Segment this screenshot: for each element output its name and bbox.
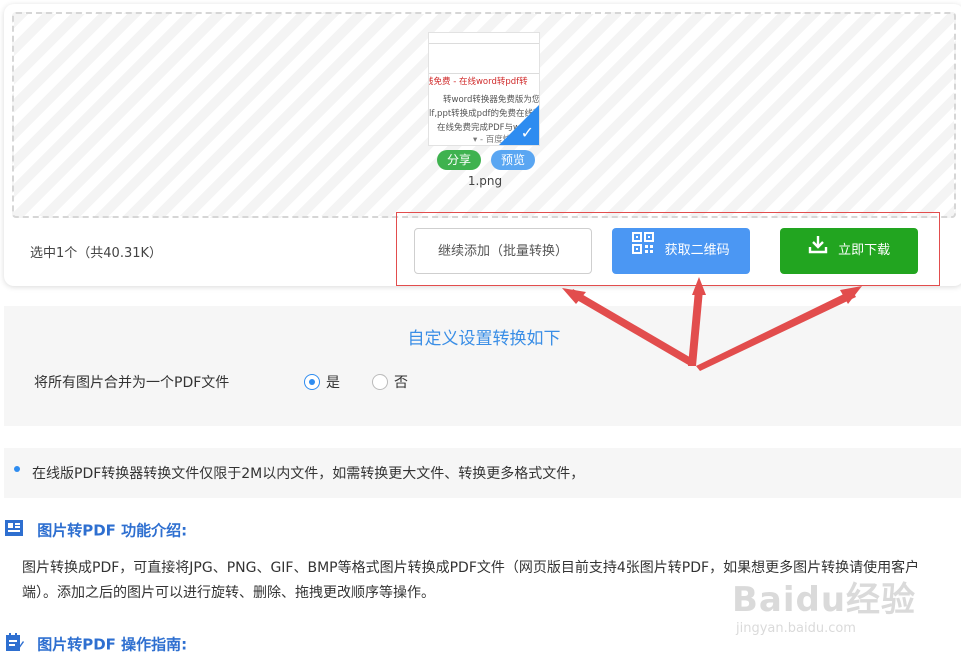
annotation-arrowhead: [840, 286, 862, 304]
notice-text: 在线版PDF转换器转换文件仅限于2M以内文件，如需转换更大文件、转换更多格式文件…: [32, 466, 585, 482]
merge-option-label: 将所有图片合并为一个PDF文件: [34, 375, 230, 391]
guide-title: 图片转PDF 操作指南:: [37, 635, 188, 654]
settings-title: 自定义设置转换如下: [407, 329, 561, 349]
watermark-url: jingyan.baidu.com: [736, 621, 856, 636]
preview-button[interactable]: 预览: [491, 150, 536, 170]
edit-notes-icon: [4, 632, 24, 656]
file-thumbnail[interactable]: 线免费 - 在线word转pdf转 转word转换器免费版为您提 lf,ppt转…: [428, 32, 540, 146]
merge-no-radio[interactable]: 否: [372, 372, 408, 392]
feature-intro-title: 图片转PDF 功能介绍:: [37, 521, 188, 540]
share-button[interactable]: 分享: [437, 150, 482, 170]
merge-yes-radio[interactable]: 是: [304, 372, 340, 392]
thumb-text: 线免费 - 在线word转pdf转: [428, 77, 528, 87]
thumb-divider: [429, 73, 539, 74]
baidu-watermark: Baidu经验 jingyan.baidu.com: [732, 572, 916, 636]
merge-yes-label: 是: [326, 375, 340, 391]
radio-unchecked-icon: [372, 374, 388, 390]
selection-info: 选中1个（共40.31K）: [30, 246, 163, 261]
feature-intro-heading: 图片转PDF 功能介绍:: [4, 518, 187, 542]
notice-bar: 在线版PDF转换器转换文件仅限于2M以内文件，如需转换更大文件、转换更多格式文件…: [4, 448, 961, 498]
watermark-main: Baidu经验: [732, 580, 917, 620]
annotation-highlight-box: [396, 212, 940, 286]
merge-no-label: 否: [394, 375, 408, 391]
document-icon: [4, 518, 24, 542]
file-name: 1.png: [467, 174, 503, 188]
annotation-arrowhead: [562, 288, 586, 304]
thumb-divider: [429, 43, 539, 44]
thumb-text: 转word转换器免费版为您提: [443, 95, 540, 105]
guide-heading: 图片转PDF 操作指南:: [4, 632, 187, 656]
settings-panel: 自定义设置转换如下 将所有图片合并为一个PDF文件 是 否: [4, 306, 961, 426]
bullet-icon: [14, 466, 20, 472]
check-icon: ✓: [520, 123, 534, 142]
radio-checked-icon: [304, 374, 320, 390]
